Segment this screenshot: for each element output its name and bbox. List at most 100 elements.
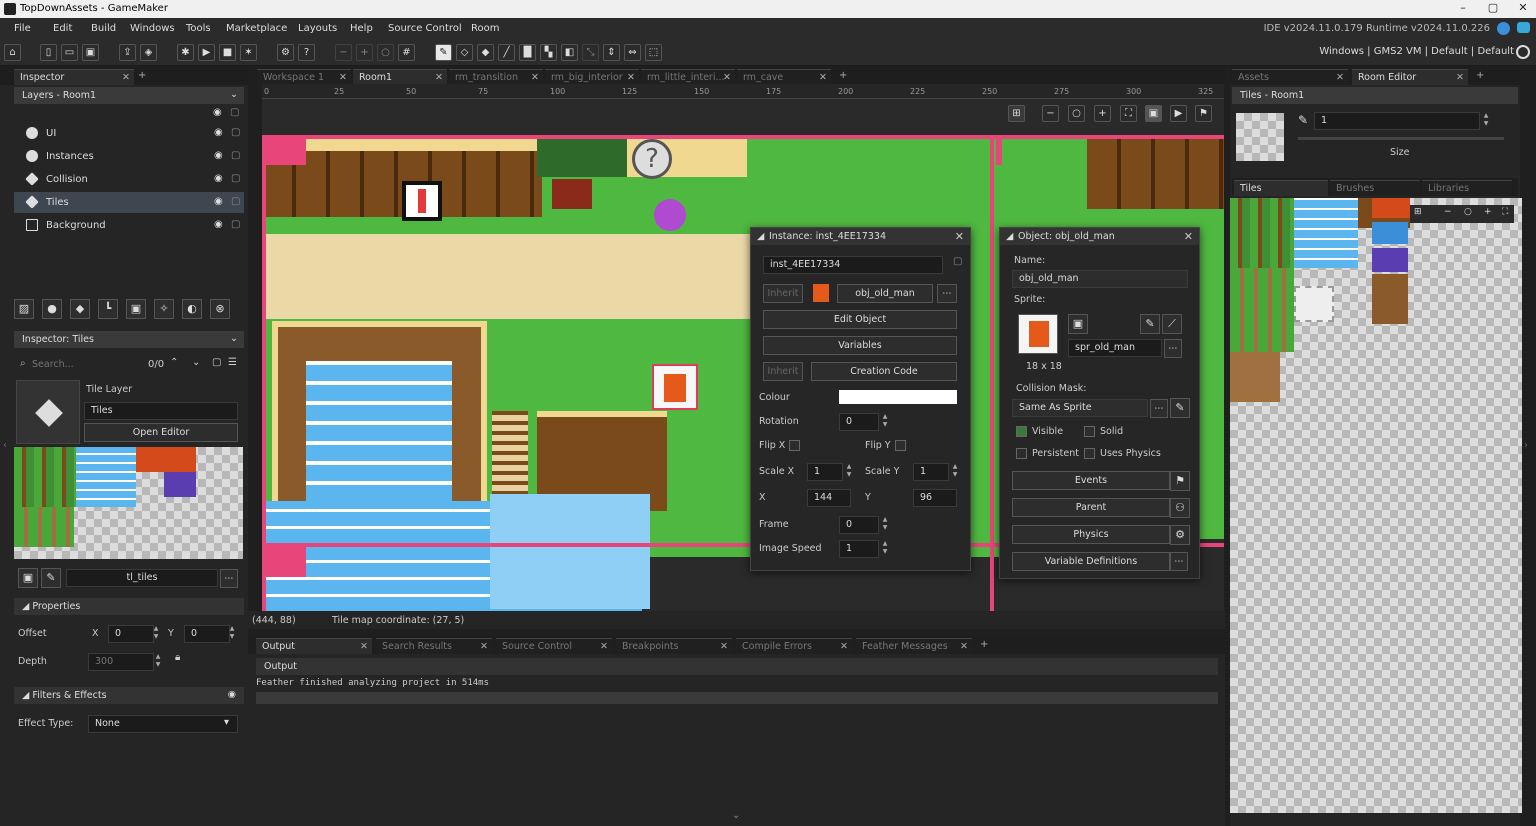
menu-file[interactable]: File [14,23,31,34]
help-icon[interactable]: ? [298,44,315,61]
lock-icon[interactable]: ▢ [231,219,240,230]
delete-layer-icon[interactable]: ⊗ [210,299,230,319]
add-tab-icon[interactable]: + [839,70,847,81]
close-icon[interactable]: ✕ [1508,1,1536,17]
menu-tools[interactable]: Tools [186,23,211,34]
picker-icon[interactable]: ◆ [477,44,494,61]
eye-icon[interactable]: ◉ [228,689,236,700]
zoom-out-icon[interactable]: − [335,44,352,61]
offset-x-spinner[interactable]: ▲ ▼ [152,625,160,643]
layer-ui[interactable]: UI ◉ ▢ [14,123,244,144]
instance-name-field[interactable]: inst_4EE17334 [763,256,943,274]
x-field[interactable]: 144 [807,489,851,507]
close-icon[interactable]: ✕ [1184,230,1193,243]
add-path-layer-icon[interactable]: ┗ [98,299,118,319]
home-icon[interactable]: ⌂ [4,44,21,61]
line-icon[interactable]: ╱ [498,44,515,61]
chat-icon[interactable] [1517,22,1530,33]
layers-header[interactable]: Layers - Room1 ⌄ [14,87,244,104]
visible-checkbox[interactable] [1016,426,1027,437]
brush-size-field[interactable]: 1 [1314,112,1480,130]
tab-source-control[interactable]: Source Control ✕ [496,638,612,654]
eye-icon[interactable]: ◉ [214,127,223,138]
physics-checkbox[interactable] [1084,448,1095,459]
pencil-icon[interactable]: ✎ [435,44,452,61]
open-project-icon[interactable]: ▭ [61,44,78,61]
sprite-browse-icon[interactable]: ⋯ [1164,339,1182,358]
open-editor-button[interactable]: Open Editor [84,423,238,442]
y-field[interactable]: 96 [913,489,957,507]
close-icon[interactable]: ✕ [1456,72,1464,83]
hierarchy-icon[interactable]: ⚇ [1170,498,1190,518]
target-config[interactable]: Windows | GMS2 VM | Default | Default [1319,46,1514,57]
close-icon[interactable]: ✕ [339,72,347,83]
fill-icon[interactable]: ▚ [540,44,557,61]
depth-spinner[interactable]: ▲ ▼ [154,653,162,671]
add-tab-icon[interactable]: + [980,639,988,650]
zoom-reset-icon[interactable]: ○ [1464,207,1472,217]
eye-icon[interactable]: ◉ [214,150,223,161]
flip-icon[interactable]: ⇕ [603,44,620,61]
rectangle-icon[interactable]: █ [519,44,536,61]
add-tile-layer-icon[interactable]: ◆ [70,299,90,319]
zoom-reset-icon[interactable]: ○ [1068,105,1085,122]
image-speed-field[interactable]: 1 [839,540,879,558]
tab-libraries[interactable]: Libraries [1422,180,1512,196]
zoom-in-icon[interactable]: + [1484,207,1492,217]
tab-rm-cave[interactable]: rm_cave ✕ [737,69,831,85]
close-icon[interactable]: ✕ [360,641,368,652]
select-icon[interactable]: ⬚ [645,44,662,61]
menu-edit[interactable]: Edit [53,23,72,34]
collision-mask-field[interactable]: Same As Sprite [1012,399,1148,417]
collapse-left-icon[interactable]: ‹ [3,440,7,451]
close-icon[interactable]: ✕ [600,641,608,652]
layer-collision[interactable]: Collision ◉ ▢ [14,169,244,190]
tab-breakpoints[interactable]: Breakpoints ✕ [616,638,732,654]
lock-icon[interactable]: 🔒︎ [175,652,180,663]
collapse-right-icon[interactable]: › [1524,440,1528,451]
close-icon[interactable]: ✕ [435,72,443,83]
fit-icon[interactable]: ⛶ [1120,105,1137,122]
scale-x-spinner[interactable]: ▲ ▼ [845,463,853,481]
object-field[interactable]: obj_old_man [837,284,933,303]
flag-icon[interactable]: ⚑ [1195,105,1212,122]
lock-icon[interactable]: ▢ [212,357,221,368]
grid-toggle-icon[interactable]: ⊞ [1008,105,1025,122]
tab-tiles[interactable]: Tiles [1234,180,1328,196]
tab-brushes[interactable]: Brushes [1330,180,1420,196]
export-icon[interactable]: ⇪ [119,44,136,61]
edit-sprite-icon[interactable]: ✎ [1140,314,1160,334]
variables-button[interactable]: Variables [763,336,957,355]
inherit-code-button[interactable]: Inherit [763,362,803,381]
menu-help[interactable]: Help [350,23,373,34]
output-scrollbar[interactable] [256,692,1218,704]
tab-assets[interactable]: Assets ✕ [1232,69,1348,85]
variable-definitions-button[interactable]: Variable Definitions [1012,552,1170,571]
offset-x-field[interactable]: 0 [108,625,154,643]
mask-browse-icon[interactable]: ⋯ [1150,399,1168,418]
old-man-instance[interactable] [652,364,698,410]
tab-rm-little-interior[interactable]: rm_little_interi... ✕ [641,69,735,85]
play-icon[interactable]: ▶ [1170,105,1187,122]
tab-search-results[interactable]: Search Results ✕ [376,638,492,654]
chevron-down-icon[interactable]: ⌄ [732,810,740,821]
tab-workspace[interactable]: Workspace 1 ✕ [257,69,351,85]
properties-header[interactable]: ◢ Properties [14,598,244,615]
new-sprite-icon[interactable]: ▣ [1068,314,1088,334]
add-tab-icon[interactable]: + [1476,70,1484,81]
chevron-up-icon[interactable]: ⌃ [170,357,178,368]
tile-palette[interactable] [1230,198,1522,813]
brush-size-spinner[interactable]: ▲ ▼ [1482,112,1490,130]
maximize-icon[interactable]: ▢ [1478,1,1508,17]
close-icon[interactable]: ✕ [1336,72,1344,83]
clean-icon[interactable]: ✶ [240,44,257,61]
stop-icon[interactable]: ■ [219,44,236,61]
lock-icon[interactable]: ▢ [231,173,240,184]
tile-layer-name-field[interactable]: Tiles [84,402,238,420]
close-icon[interactable]: ✕ [531,72,539,83]
gear-icon[interactable]: ⚙ [1170,525,1190,545]
save-icon[interactable]: ▣ [82,44,99,61]
inherit-button[interactable]: Inherit [763,284,803,303]
grid-icon[interactable]: # [398,44,415,61]
tab-inspector[interactable]: Inspector ✕ [14,69,134,85]
